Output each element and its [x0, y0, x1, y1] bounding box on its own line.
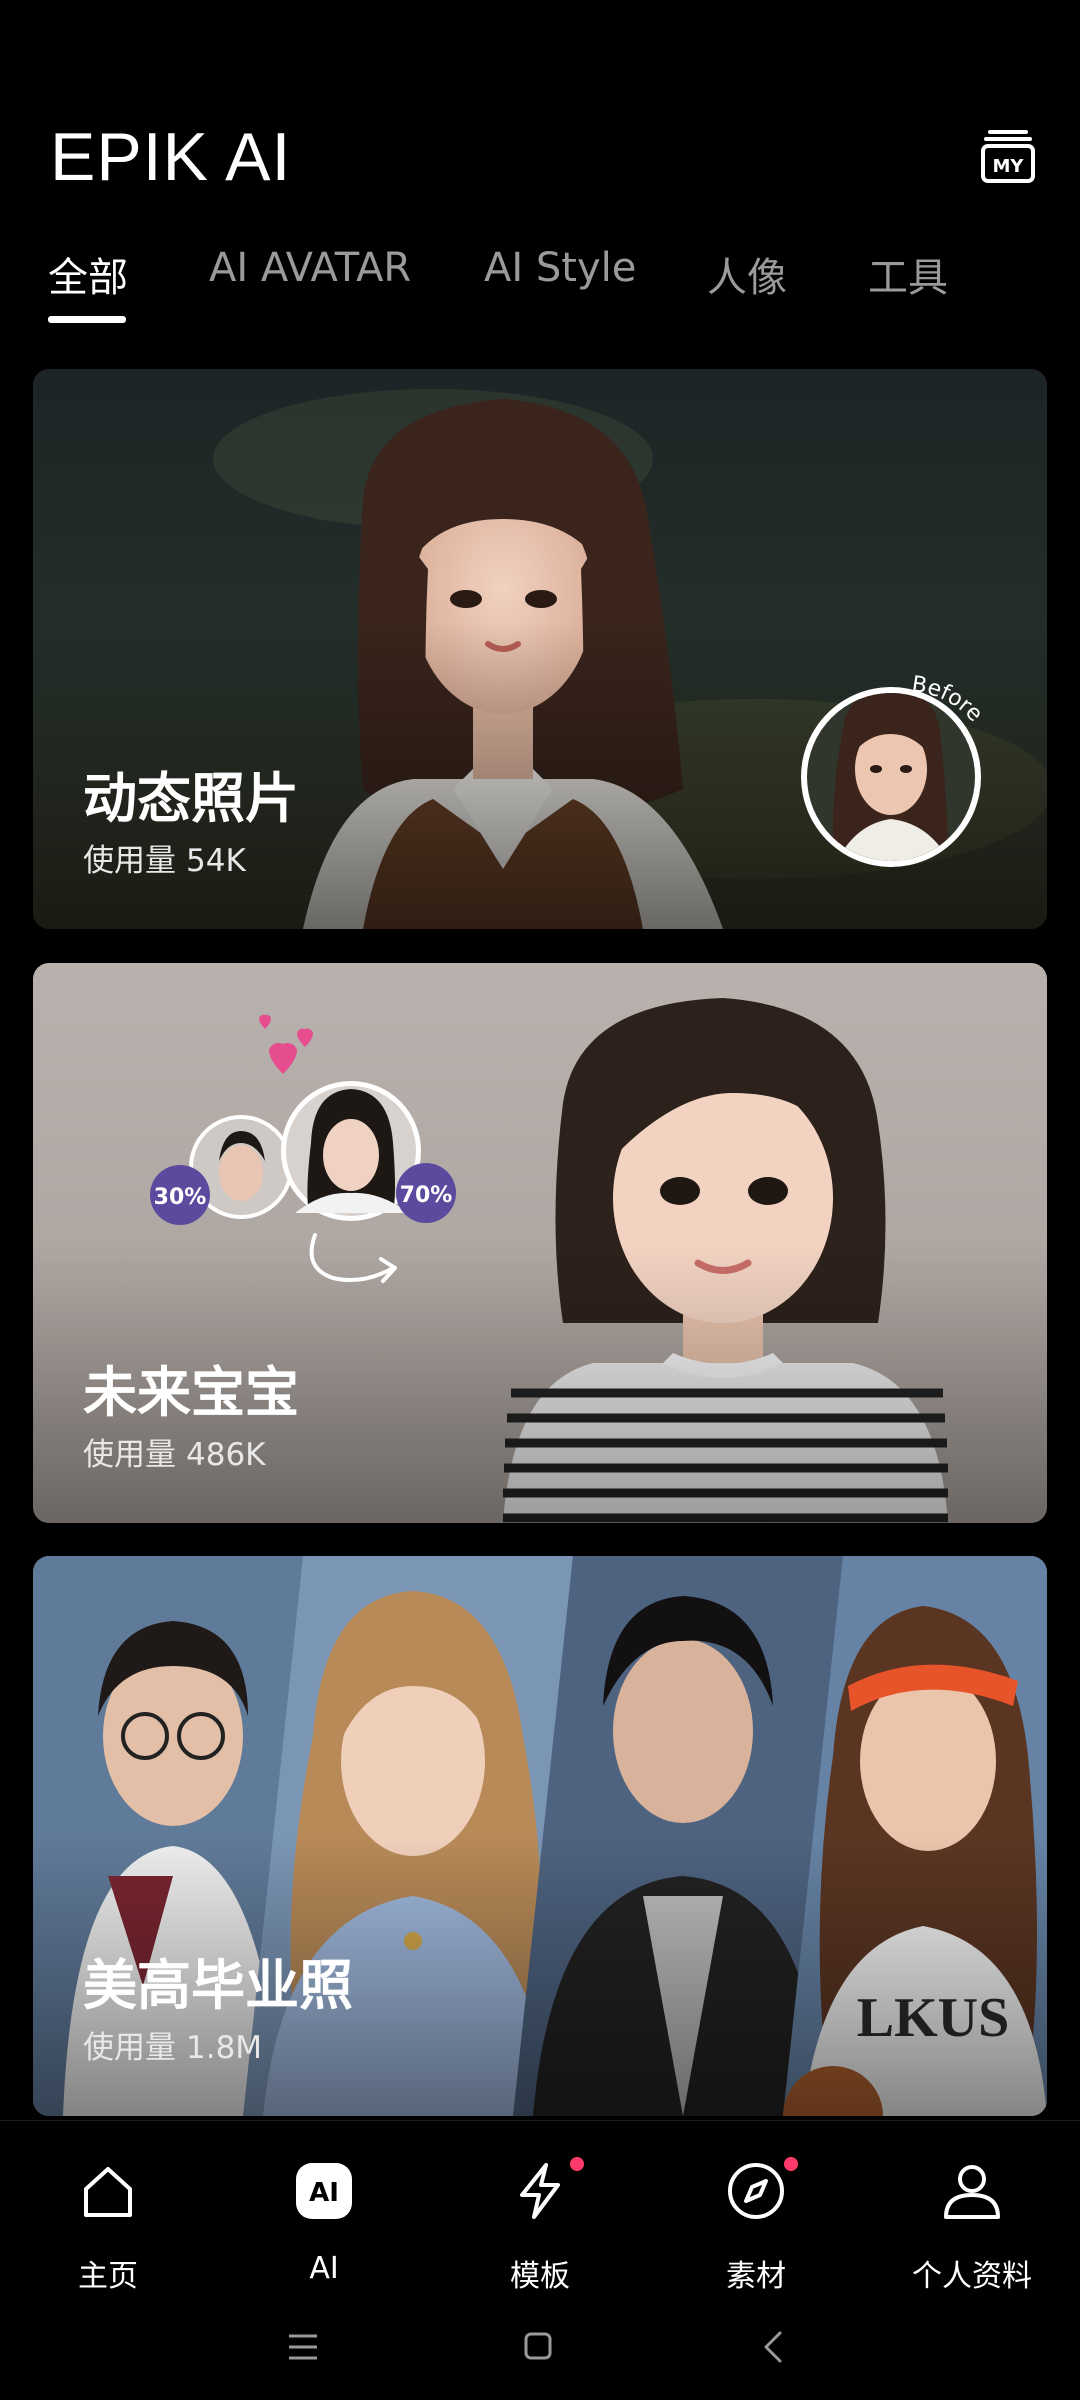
app-title: EPIK AI [50, 119, 292, 195]
home-icon [84, 2167, 132, 2217]
active-tab-indicator [48, 316, 126, 323]
tab-ai-style[interactable]: AI Style [484, 245, 636, 291]
home-square-icon[interactable] [523, 2331, 553, 2361]
card-title: 美高毕业照 [83, 1954, 353, 2017]
ai-icon: AI [296, 2163, 352, 2219]
nav-label: 模板 [510, 2259, 570, 2294]
usage-value: 486K [186, 1437, 266, 1473]
my-badge-text: MY [993, 156, 1025, 177]
usage-prefix: 使用量 [83, 1437, 176, 1473]
usage-value: 54K [186, 843, 246, 879]
usage-value: 1.8M [186, 2030, 263, 2066]
tab-tools[interactable]: 工具 [868, 245, 948, 303]
card-usage: 使用量 1.8M [83, 2022, 272, 2067]
lightning-icon [520, 2163, 560, 2219]
nav-label: 主页 [78, 2259, 138, 2294]
card-graduation-photo[interactable]: LKUS 美高毕业照 使用量1.8M [33, 1556, 1047, 2116]
usage-prefix: 使用量 [83, 843, 176, 879]
card-live-photo[interactable]: Before 动态照片 使用量 54K [33, 369, 1047, 929]
card-usage: 使用量 486K [83, 1429, 276, 1474]
nav-label: 个人资料 [912, 2259, 1032, 2294]
nav-materials[interactable]: 素材 [656, 2151, 856, 2294]
person-icon [944, 2165, 1000, 2219]
usage-prefix: 使用量 [83, 2030, 176, 2066]
ai-badge-text: AI [309, 2178, 339, 2208]
system-navigation-bar [0, 2300, 1080, 2400]
menu-icon[interactable] [287, 2332, 319, 2362]
my-library-icon[interactable]: MY [980, 126, 1036, 184]
tab-all[interactable]: 全部 [48, 245, 128, 303]
nav-profile[interactable]: 个人资料 [872, 2151, 1072, 2294]
nav-templates[interactable]: 模板 [440, 2151, 640, 2294]
nav-label: 素材 [726, 2259, 786, 2294]
nav-label: AI [309, 2251, 339, 2286]
category-tabs: 全部 AI AVATAR AI Style 人像 工具 [0, 245, 1080, 325]
notification-dot [570, 2157, 584, 2171]
nav-ai[interactable]: AI AI [224, 2151, 424, 2291]
left-percent-badge: 30% [154, 1185, 207, 1210]
back-icon[interactable] [762, 2330, 784, 2364]
tab-portrait[interactable]: 人像 [707, 245, 787, 303]
card-future-baby[interactable]: 30% 70% 未来宝宝 使用量 486K [33, 963, 1047, 1523]
bottom-navigation: 主页 AI AI 模板 素材 个人资料 [0, 2120, 1080, 2301]
tab-ai-avatar[interactable]: AI AVATAR [209, 245, 411, 291]
right-percent-badge: 70% [400, 1183, 453, 1208]
card-usage: 使用量 54K [83, 835, 256, 880]
card-title: 动态照片 [83, 767, 299, 830]
card-title: 未来宝宝 [83, 1361, 299, 1424]
nav-home[interactable]: 主页 [8, 2151, 208, 2294]
notification-dot [784, 2157, 798, 2171]
compass-icon [728, 2163, 784, 2219]
